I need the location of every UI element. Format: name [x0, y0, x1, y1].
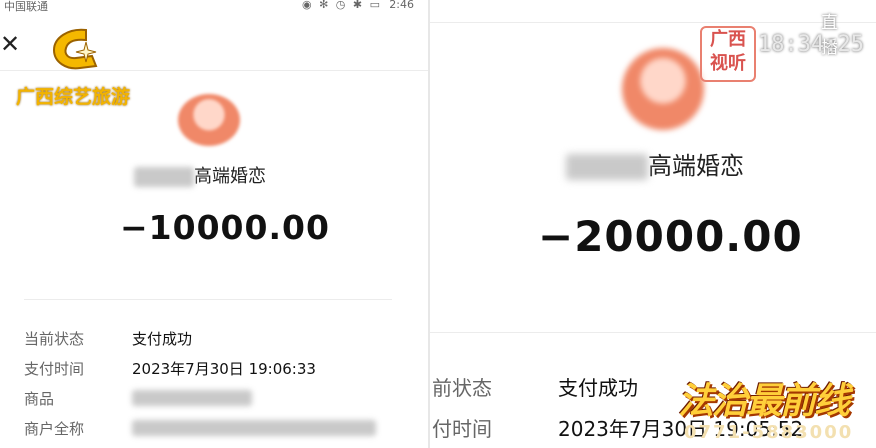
channel-name: 广西综艺旅游 — [16, 86, 131, 108]
show-phone: 0771-5883000 — [684, 422, 854, 443]
show-logo: 法治最前线 0771-5883000 — [670, 370, 870, 448]
redacted-merchant-prefix — [566, 154, 648, 180]
merchant-avatar — [178, 94, 240, 146]
redacted-merchant-full-name — [132, 420, 376, 436]
show-title: 法治最前线 — [678, 381, 850, 422]
left-payment-screen: 中国联通 ◉ ✻ ◷ ✱ ▭ 2:46 ✕ 广西综艺旅游 高端婚恋 −10000… — [0, 0, 430, 448]
merchant-name: 高端婚恋 — [134, 162, 266, 188]
status-time: 2:46 — [389, 0, 414, 11]
detail-label: 当前状态 — [24, 330, 85, 348]
merchant-avatar — [622, 48, 704, 130]
redacted-product — [132, 390, 252, 406]
carrier-label: 中国联通 — [4, 0, 48, 13]
payment-amount: −10000.00 — [120, 208, 330, 247]
redacted-merchant-prefix — [134, 167, 194, 187]
detail-value: 支付成功 — [558, 376, 638, 400]
header-divider — [0, 70, 430, 71]
payment-amount: −20000.00 — [538, 212, 803, 261]
detail-label: 付时间 — [432, 417, 492, 441]
merchant-suffix: 高端婚恋 — [194, 166, 266, 187]
status-bar: 中国联通 ◉ ✻ ◷ ✱ ▭ 2:46 — [0, 0, 430, 13]
detail-label: 支付时间 — [24, 360, 85, 378]
detail-value: 2023年7月30日 19:06:33 — [132, 360, 316, 378]
station-logo: 广西视听 — [700, 26, 756, 82]
channel-logo-icon — [52, 28, 98, 70]
amount-divider — [430, 332, 876, 333]
amount-divider — [24, 299, 392, 300]
live-clock: 18:34:25 — [758, 32, 864, 57]
close-icon[interactable]: ✕ — [0, 32, 20, 56]
detail-label: 商户全称 — [24, 420, 85, 438]
station-logo-text: 广西视听 — [710, 29, 746, 74]
merchant-suffix: 高端婚恋 — [648, 152, 744, 180]
detail-label: 前状态 — [432, 376, 492, 400]
detail-value: 支付成功 — [132, 330, 193, 348]
status-icons: ◉ ✻ ◷ ✱ ▭ — [301, 0, 382, 11]
right-payment-screen: 广西视听 直 播 18:34:25 高端婚恋 −20000.00 前状态 支付成… — [430, 0, 876, 448]
merchant-name: 高端婚恋 — [566, 146, 744, 181]
detail-label: 商品 — [24, 390, 55, 408]
header-divider — [430, 22, 876, 23]
